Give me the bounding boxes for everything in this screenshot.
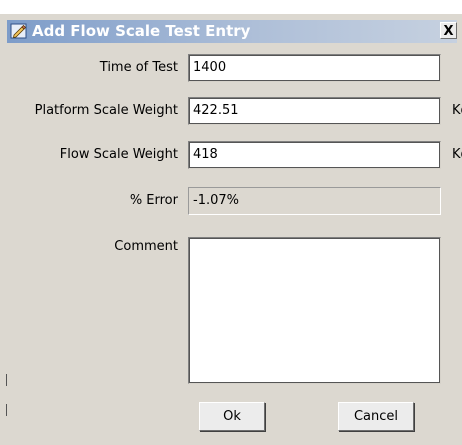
left-edge-mark — [6, 404, 7, 416]
close-icon: X — [443, 24, 454, 39]
flow-scale-weight-input[interactable]: 418 — [188, 141, 441, 169]
left-edge-mark — [6, 374, 7, 386]
ok-button[interactable]: Ok — [199, 402, 265, 431]
comment-label: Comment — [114, 239, 178, 254]
percent-error-value: -1.07% — [188, 187, 441, 215]
close-button[interactable]: X — [440, 22, 457, 39]
platform-scale-weight-label: Platform Scale Weight — [34, 103, 178, 118]
edit-pencil-icon — [10, 22, 28, 40]
dialog-title: Add Flow Scale Test Entry — [32, 22, 251, 40]
add-flow-scale-test-dialog: Add Flow Scale Test Entry X Time of Test… — [0, 14, 462, 445]
time-of-test-input[interactable]: 1400 — [188, 54, 441, 82]
comment-textarea[interactable] — [188, 237, 441, 384]
screen: Add Flow Scale Test Entry X Time of Test… — [0, 0, 462, 445]
dialog-titlebar[interactable]: Add Flow Scale Test Entry X — [7, 20, 457, 43]
time-of-test-label: Time of Test — [99, 60, 178, 75]
cancel-button[interactable]: Cancel — [338, 402, 414, 431]
percent-error-label: % Error — [129, 193, 178, 208]
platform-scale-weight-input[interactable]: 422.51 — [188, 97, 441, 125]
flow-scale-weight-label: Flow Scale Weight — [59, 147, 178, 162]
platform-scale-weight-unit: Kg — [452, 103, 462, 118]
flow-scale-weight-unit: Kg — [452, 147, 462, 162]
